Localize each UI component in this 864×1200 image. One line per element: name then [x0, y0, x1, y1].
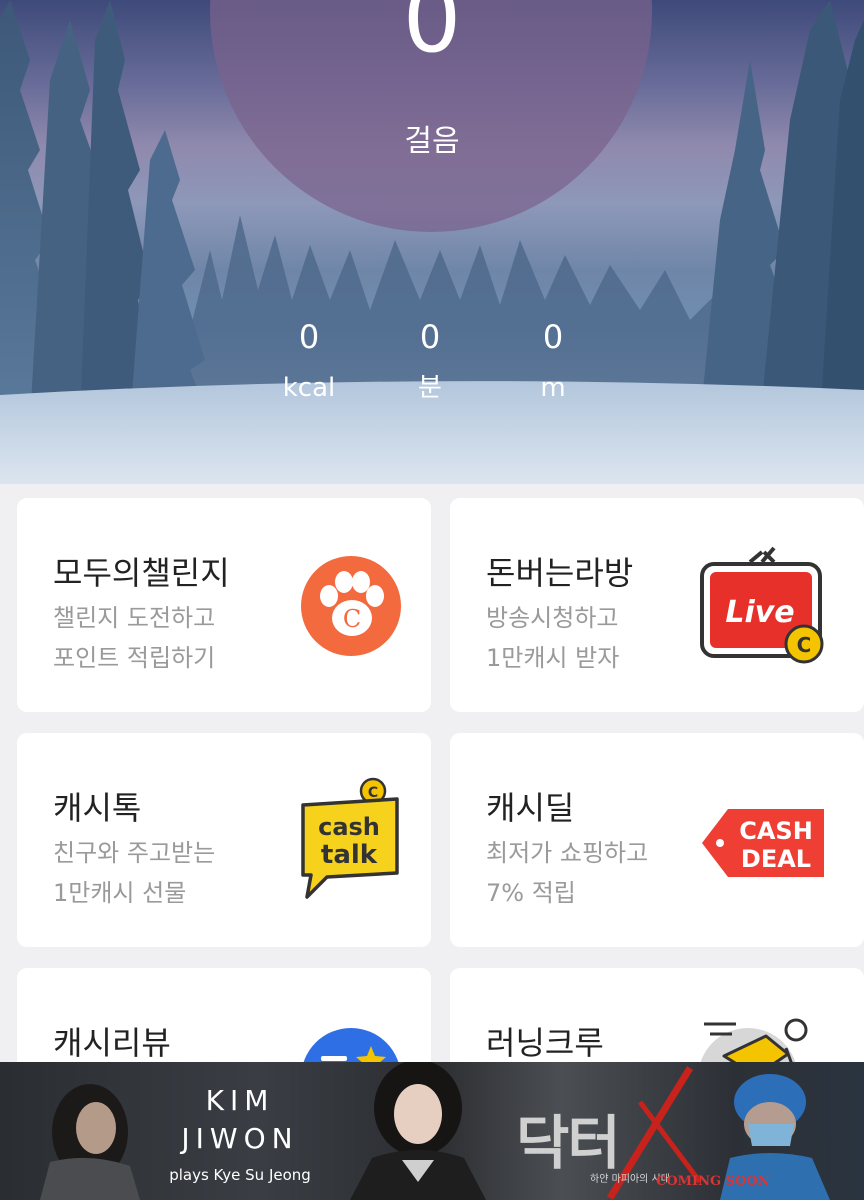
step-count-value: 0	[402, 0, 462, 73]
paw-coin-icon: C	[301, 556, 401, 656]
banner-coming-soon: COMING SOON	[656, 1174, 770, 1189]
step-hero: 0 걸음 0 kcal 0 분 0 m	[0, 0, 864, 484]
cashtalk-line2: talk	[321, 840, 378, 870]
stat-minutes-value: 0	[419, 318, 441, 356]
stat-calories-unit: kcal	[282, 373, 336, 403]
stat-calories-value: 0	[298, 318, 320, 356]
card-subtitle: 방송시청하고	[486, 604, 619, 632]
ad-banner[interactable]: KIM JIWON plays Kye Su Jeong 닥터 하얀 마피아의 …	[0, 1062, 864, 1200]
live-tv-badge: C	[797, 633, 812, 657]
live-tv-label: Live	[725, 595, 794, 630]
card-cashtalk[interactable]: 캐시톡 친구와 주고받는 1만캐시 선물 C cash talk	[17, 733, 431, 947]
card-subtitle: 1만캐시 받자	[486, 644, 620, 672]
banner-name-line1: KIM	[205, 1084, 275, 1117]
stat-calories: 0 kcal	[249, 318, 369, 404]
card-subtitle: 1만캐시 선물	[53, 879, 187, 907]
card-title: 러닝크루	[486, 1024, 604, 1062]
cashtalk-line1: cash	[318, 813, 380, 841]
stat-minutes: 0 분	[370, 318, 490, 404]
card-title: 모두의챌린지	[53, 554, 230, 592]
stat-minutes-unit: 분	[418, 373, 442, 403]
card-title: 캐시딜	[486, 789, 575, 827]
cashdeal-line1: CASH	[739, 817, 813, 845]
stat-distance-unit: m	[540, 373, 566, 403]
cashtalk-bubble-icon: C cash talk	[301, 777, 399, 899]
stat-distance-value: 0	[542, 318, 564, 356]
banner-drama-title: 닥터	[516, 1109, 621, 1177]
card-title: 캐시톡	[53, 789, 142, 827]
step-count-label: 걸음	[404, 124, 460, 159]
card-subtitle: 포인트 적립하기	[53, 644, 216, 672]
stat-distance: 0 m	[493, 318, 613, 404]
svg-text:C: C	[343, 605, 361, 633]
card-title: 돈버는라방	[486, 554, 634, 592]
banner-caption: plays Kye Su Jeong	[169, 1166, 311, 1184]
card-subtitle: 친구와 주고받는	[53, 839, 216, 867]
banner-name-line2: JIWON	[181, 1122, 299, 1155]
card-subtitle: 최저가 쇼핑하고	[486, 839, 649, 867]
app-screen: 0 걸음 0 kcal 0 분 0 m 모두의챌린지 챌린지 도전하고 포인트 …	[0, 0, 864, 1200]
card-subtitle: 7% 적립	[486, 879, 576, 907]
cash-deal-tag-icon: CASH DEAL	[702, 809, 824, 877]
card-cashdeal[interactable]: 캐시딜 최저가 쇼핑하고 7% 적립 CASH DEAL	[450, 733, 864, 947]
cashdeal-line2: DEAL	[741, 845, 811, 873]
live-tv-icon: Live C	[700, 546, 824, 664]
card-subtitle: 챌린지 도전하고	[53, 604, 216, 632]
card-title: 캐시리뷰	[53, 1024, 171, 1062]
card-live-shopping[interactable]: 돈버는라방 방송시청하고 1만캐시 받자 Live C	[450, 498, 864, 712]
card-challenge[interactable]: 모두의챌린지 챌린지 도전하고 포인트 적립하기 C	[17, 498, 431, 712]
